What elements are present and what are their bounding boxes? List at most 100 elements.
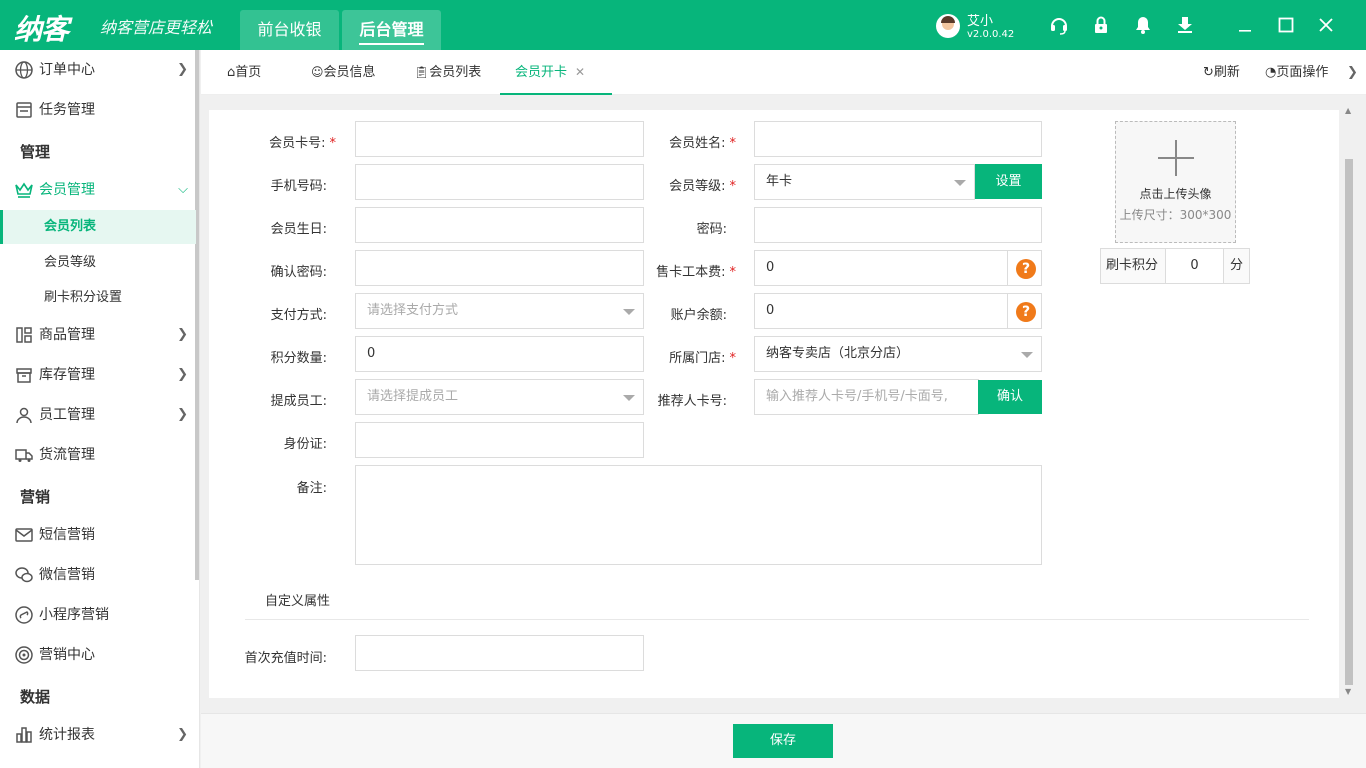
card-fee-label-text: 售卡工本费: [656, 265, 726, 280]
balance-input[interactable]: 0 [754, 293, 1008, 329]
store-select[interactable]: 纳客专卖店（北京分店） [754, 336, 1042, 372]
sidebar-item-orders[interactable]: 订单中心 ❯ [0, 50, 196, 90]
tab-member-list-label: 会员列表 [429, 65, 482, 80]
sidebar-item-wechat[interactable]: 微信营销 [0, 555, 196, 595]
birthday-input[interactable] [355, 207, 644, 243]
headset-icon[interactable] [1048, 14, 1070, 36]
sidebar-item-staff[interactable]: 员工管理 ❯ [0, 395, 196, 435]
balance-label: 账户余额: [670, 308, 727, 323]
tab-backend-management[interactable]: 后台管理 [342, 10, 441, 50]
sidebar-item-label: 会员管理 [39, 182, 95, 198]
required-mark: * [729, 351, 737, 366]
card-fee-label: 售卡工本费: * [636, 261, 736, 280]
task-icon [16, 102, 32, 118]
avatar [936, 14, 960, 38]
close-icon[interactable] [1315, 14, 1337, 36]
app-logo: 纳客 [14, 13, 69, 46]
tab-front-cashier-label: 前台收银 [257, 20, 322, 39]
help-icon[interactable]: ? [1016, 302, 1036, 322]
custom-attributes-heading: 自定义属性 [265, 594, 331, 609]
upload-size-hint: 上传尺寸：300*300 [1119, 208, 1232, 222]
globe-icon [15, 61, 33, 79]
sidebar-item-reports[interactable]: 统计报表 ❯ [0, 715, 196, 755]
wechat-icon [15, 567, 33, 583]
confirm-password-label: 确认密码: [270, 265, 327, 280]
sidebar-subitem-member-level[interactable]: 会员等级 [0, 246, 196, 280]
sidebar-item-logistics[interactable]: 货流管理 [0, 435, 196, 475]
sidebar-item-miniapp[interactable]: 小程序营销 [0, 595, 196, 635]
id-card-input[interactable] [355, 422, 644, 458]
sidebar-subitem-member-list[interactable]: 会员列表 [0, 210, 196, 244]
sidebar-item-label: 任务管理 [39, 102, 95, 118]
level-settings-button[interactable]: 设置 [975, 164, 1042, 199]
minimize-icon[interactable] [1234, 14, 1256, 36]
sidebar-item-stock[interactable]: 库存管理 ❯ [0, 355, 196, 395]
refresh-button[interactable]: ↻刷新 [1203, 50, 1240, 95]
user-icon: ☺ [311, 65, 324, 79]
tab-scroll-right-icon[interactable]: ❯ [1347, 50, 1358, 95]
scroll-thumb[interactable] [1345, 159, 1353, 685]
inventory-icon [16, 368, 32, 383]
tab-home[interactable]: ⌂首页 [227, 50, 261, 95]
close-tab-icon[interactable]: ✕ [575, 65, 585, 79]
tab-member-list[interactable]: 📋︎会员列表 [414, 50, 481, 95]
download-icon[interactable] [1174, 14, 1196, 36]
content-scrollbar[interactable]: ▲ ▼ [1343, 104, 1355, 700]
maximize-icon[interactable] [1275, 14, 1297, 36]
save-button[interactable]: 保存 [733, 724, 833, 758]
required-mark: * [729, 265, 737, 280]
level-select[interactable]: 年卡 [754, 164, 975, 200]
page-operations-button[interactable]: ◔页面操作 [1265, 50, 1328, 95]
sidebar-item-sms[interactable]: 短信营销 [0, 515, 196, 555]
tab-front-cashier[interactable]: 前台收银 [240, 10, 339, 50]
user-icon [16, 407, 32, 424]
card-no-input[interactable] [355, 121, 644, 157]
name-input[interactable] [754, 121, 1042, 157]
remark-textarea[interactable] [355, 465, 1042, 565]
level-label-text: 会员等级: [669, 179, 726, 194]
sidebar-item-goods[interactable]: 商品管理 ❯ [0, 315, 196, 355]
payment-select-placeholder: 请选择支付方式 [367, 303, 459, 318]
confirm-password-input[interactable] [355, 250, 644, 286]
bell-icon[interactable] [1132, 14, 1154, 36]
help-icon[interactable]: ? [1016, 259, 1036, 279]
first-recharge-input[interactable] [355, 635, 644, 671]
avatar-upload[interactable]: 点击上传头像 上传尺寸：300*300 [1115, 121, 1236, 243]
password-input[interactable] [754, 207, 1042, 243]
sidebar-subitem-card-points[interactable]: 刷卡积分设置 [0, 281, 196, 315]
scroll-down-icon[interactable]: ▼ [1345, 687, 1351, 696]
sidebar-item-members[interactable]: 会员管理 ⌵ [0, 170, 196, 210]
sidebar-item-marketing-center[interactable]: 营销中心 [0, 635, 196, 675]
target-icon [15, 646, 33, 664]
sidebar-item-tasks[interactable]: 任务管理 [0, 90, 196, 130]
chevron-down-icon [623, 395, 635, 401]
tab-member-open[interactable]: 会员开卡 ✕ [500, 50, 612, 95]
store-label: 所属门店: * [636, 347, 736, 366]
points-input[interactable]: 0 [355, 336, 644, 372]
upload-hint: 点击上传头像 [1139, 187, 1212, 201]
page-tab-bar: ⌂首页 ☺会员信息 📋︎会员列表 会员开卡 ✕ ↻刷新 ◔页面操作 ❯ [201, 50, 1366, 95]
top-bar: 纳客 纳客营店更轻松 前台收银 后台管理 艾小 v2.0.0.42 [0, 0, 1366, 50]
swipe-points-input[interactable]: 0 [1165, 248, 1224, 284]
swipe-points-unit: 分 [1223, 248, 1250, 284]
name-label: 会员姓名: * [636, 132, 736, 151]
chevron-down-icon [623, 309, 635, 315]
scroll-up-icon[interactable]: ▲ [1345, 106, 1351, 115]
sidebar: 订单中心 ❯ 任务管理 管理 会员管理 ⌵ 会员列表 会员等级 刷卡积分设置 商… [0, 50, 200, 768]
sidebar-section-marketing: 营销 [20, 488, 51, 506]
commission-staff-select[interactable]: 请选择提成员工 [355, 379, 644, 415]
payment-select[interactable]: 请选择支付方式 [355, 293, 644, 329]
referrer-input[interactable]: 输入推荐人卡号/手机号/卡面号, [754, 379, 979, 415]
phone-input[interactable] [355, 164, 644, 200]
sidebar-item-label: 统计报表 [39, 727, 95, 743]
sidebar-item-label: 库存管理 [39, 367, 95, 383]
chevron-right-icon: ❯ [177, 62, 188, 77]
referrer-confirm-button[interactable]: 确认 [978, 380, 1042, 414]
lock-icon[interactable] [1090, 14, 1112, 36]
tab-member-info[interactable]: ☺会员信息 [311, 50, 376, 95]
sidebar-item-label: 员工管理 [39, 407, 95, 423]
card-fee-input[interactable]: 0 [754, 250, 1008, 286]
chevron-right-icon: ❯ [177, 727, 188, 742]
bar-chart-icon [16, 727, 32, 743]
store-label-text: 所属门店: [669, 351, 726, 366]
